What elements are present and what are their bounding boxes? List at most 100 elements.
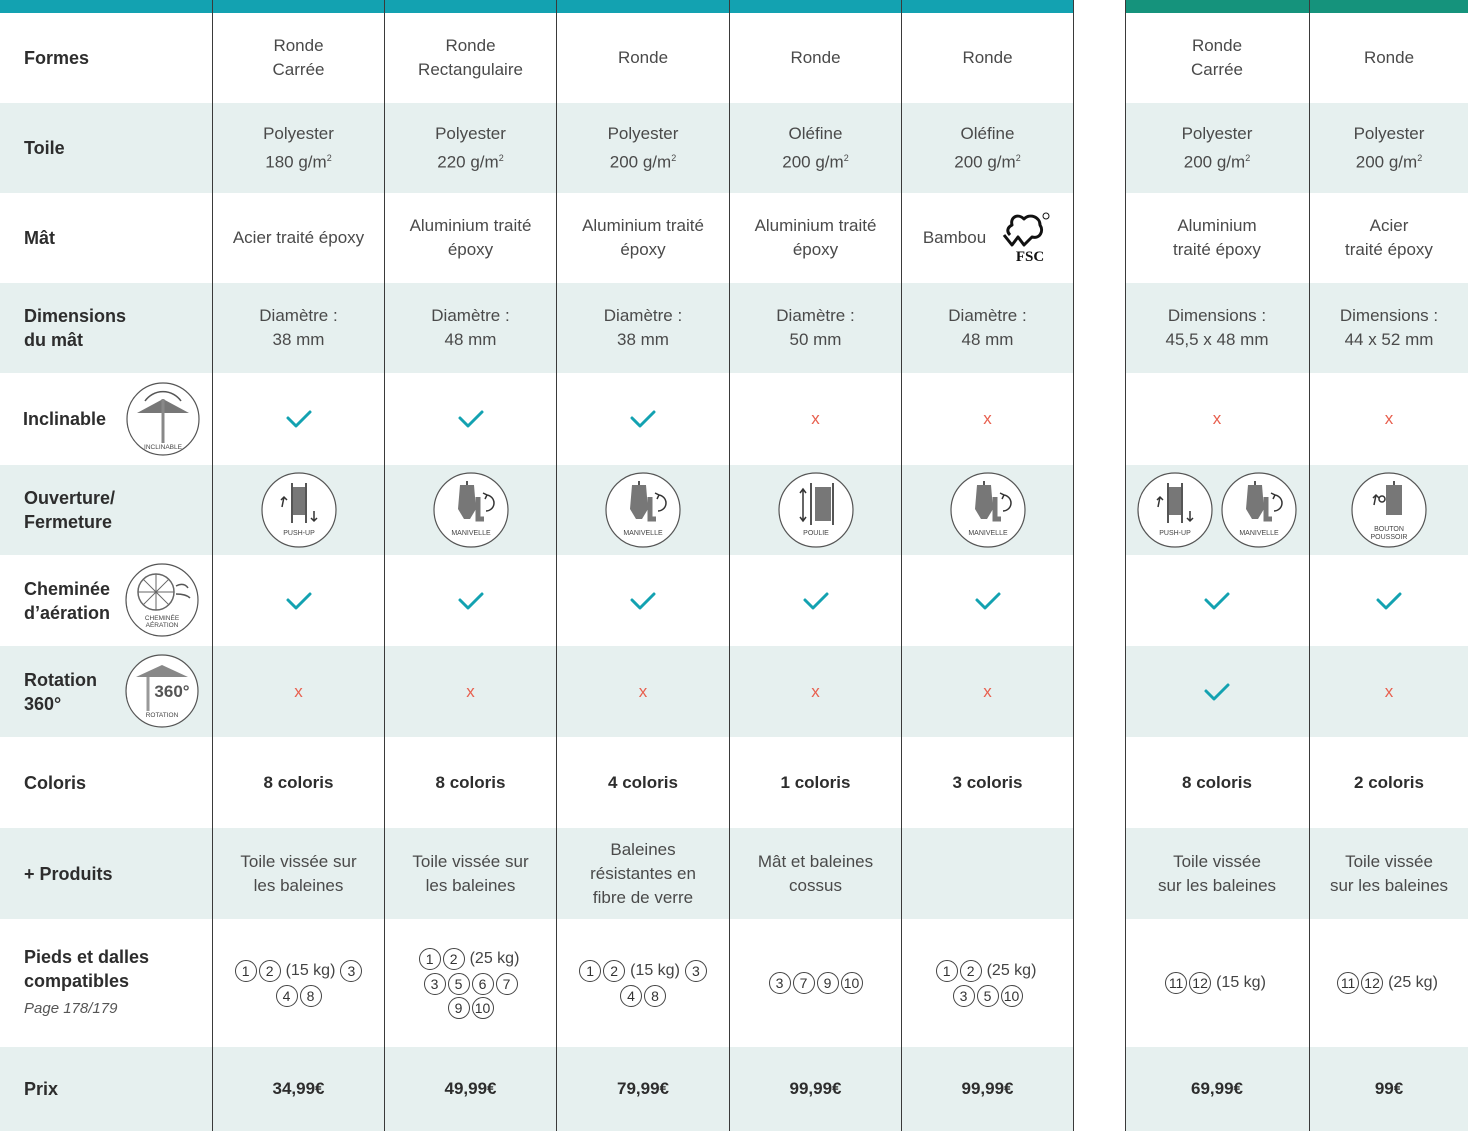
cell-formes-3: Ronde <box>557 13 729 103</box>
cell-ouverture-4: POULIE <box>730 465 901 555</box>
cell-coloris-6: 8 coloris <box>1125 737 1309 828</box>
cell-ouverture-5: MANIVELLE <box>902 465 1073 555</box>
cell-formes-1: Ronde Carrée <box>213 13 384 103</box>
base-number: 1 <box>935 960 958 982</box>
row-mat: Mât Acier traité époxy Aluminium traité ép… <box>0 193 1468 283</box>
toile-value: Polyester 200 g/m <box>1353 123 1425 172</box>
prix-value: 69,99€ <box>1191 1079 1243 1098</box>
compatible-bases: 11 12 (15 kg) <box>1165 971 1269 995</box>
cell-coloris-5: 3 coloris <box>902 737 1073 828</box>
mat-value: Aluminium traité époxy <box>1173 216 1261 259</box>
cell-toile-5: Oléfine 200 g/m2 <box>902 103 1073 193</box>
base-number: 2 <box>959 960 982 982</box>
base-number: 3 <box>952 985 975 1007</box>
cell-mat-6: Aluminium traité époxy <box>1125 193 1309 283</box>
dimensions-value: Dimensions : 44 x 52 mm <box>1339 306 1439 349</box>
base-number: 10 <box>1000 985 1023 1007</box>
row-cheminee: Cheminée d’aération CHEMINÉE AÉRATION <box>0 555 1468 646</box>
base-number: 12 <box>1361 972 1384 994</box>
row-label-coloris: Coloris <box>24 737 204 828</box>
picto-caption: PUSH-UP <box>1159 530 1191 537</box>
mechanism-pictos: PUSH-UP <box>260 471 338 549</box>
base-number: 7 <box>792 972 815 994</box>
cell-produits-3: Baleines résistantes en fibre de verre <box>557 828 729 919</box>
prix-value: 99,99€ <box>961 1079 1014 1098</box>
base-number: 1 <box>234 960 257 982</box>
picto-caption: POULIE <box>803 530 829 537</box>
formes-value: Ronde <box>962 48 1013 67</box>
base-number: 3 <box>423 973 446 995</box>
cell-mat-2: Aluminium traité époxy <box>385 193 556 283</box>
row-label-line: Pieds et dalles <box>24 947 150 967</box>
unit-exponent: 2 <box>1417 152 1423 163</box>
base-number: 3 <box>684 960 707 982</box>
row-label-produits: + Produits <box>24 828 204 919</box>
cell-prix-6: 69,99€ <box>1125 1047 1309 1131</box>
check-icon <box>975 592 1000 609</box>
cross-mark: x <box>1384 409 1394 428</box>
base-number: 3 <box>768 972 791 994</box>
mat-value: Aluminium traité époxy <box>754 216 877 259</box>
unit-exponent: 2 <box>498 152 504 163</box>
cell-produits-1: Toile vissée sur les baleines <box>213 828 384 919</box>
cell-cheminee-5 <box>902 555 1073 646</box>
base-number: 8 <box>644 985 666 1007</box>
cell-toile-4: Oléfine 200 g/m2 <box>730 103 901 193</box>
mechanism-pictos: MANIVELLE <box>949 471 1027 549</box>
cell-inclinable-3 <box>557 373 729 465</box>
cell-inclinable-6: x <box>1125 373 1309 465</box>
header-bar-left <box>0 0 1073 13</box>
cell-prix-5: 99,99€ <box>902 1047 1073 1131</box>
toile-value: Oléfine 200 g/m <box>954 123 1016 172</box>
toile-text: Polyester 180 g/m2 <box>263 122 334 175</box>
base-number: 9 <box>447 997 470 1019</box>
cell-rotation-1: x <box>213 646 384 737</box>
base-number: 1 <box>579 960 602 982</box>
cell-mat-7: Acier traité époxy <box>1310 193 1468 283</box>
base-number: 12 <box>1189 972 1212 994</box>
produits-value: Baleines résistantes en fibre de verre <box>590 839 696 907</box>
cell-coloris-2: 8 coloris <box>385 737 556 828</box>
cell-mat-3: Aluminium traité époxy <box>557 193 729 283</box>
row-label-pieds: Pieds et dalles compatibles Page 178/179 <box>24 919 204 1047</box>
cell-prix-3: 79,99€ <box>557 1047 729 1131</box>
cell-dimensions-3: Diamètre : 38 mm <box>557 283 729 373</box>
toile-text: Polyester 200 g/m2 <box>608 122 679 175</box>
cross-mark: x <box>294 681 303 701</box>
check-icon <box>1376 592 1402 609</box>
toile-text: Polyester 200 g/m2 <box>1354 122 1425 175</box>
base-number: 2 <box>603 960 626 982</box>
produits-value: Toile vissée sur les baleines <box>412 851 529 895</box>
bases-line: 3567 <box>396 973 546 995</box>
bases-line: 1 2 (25 kg) <box>913 959 1063 983</box>
cell-ouverture-3: MANIVELLE <box>557 465 729 555</box>
base-number: 6 <box>471 973 494 995</box>
coloris-value: 1 coloris <box>780 772 851 792</box>
bases-line: 48 <box>568 985 718 1007</box>
formes-value: Ronde <box>617 48 669 67</box>
header-bar-right <box>1125 0 1468 13</box>
weight-label: (25 kg) <box>1388 974 1438 991</box>
picto-caption: MANIVELLE <box>623 530 663 537</box>
cell-produits-7: Toile vissée sur les baleines <box>1310 828 1468 919</box>
base-number: 9 <box>816 972 839 994</box>
svg-text:360°: 360° <box>154 682 189 701</box>
formes-value: Ronde Carrée <box>1191 36 1243 79</box>
prix-value: 99,99€ <box>789 1079 842 1098</box>
mechanism-picto-icon: PUSH-UP <box>1137 472 1213 548</box>
cell-pieds-1: 1 2 (15 kg) 3 4 8 <box>213 919 384 1047</box>
cell-mat-5: Bambou FSC <box>902 193 1073 283</box>
mechanism-picto-icon: MANIVELLE <box>605 472 681 548</box>
cell-ouverture-2: MANIVELLE <box>385 465 556 555</box>
row-dimensions: Dimensions du mât Diamètre : 38 mm Diamètre… <box>0 283 1468 373</box>
column-divider <box>729 0 730 1131</box>
mechanism-picto-icon: BOUTON POUSSOIR <box>1351 472 1427 548</box>
cell-coloris-7: 2 coloris <box>1310 737 1468 828</box>
cell-rotation-7: x <box>1310 646 1468 737</box>
picto-caption: MANIVELLE <box>451 530 491 537</box>
cell-cheminee-1 <box>213 555 384 646</box>
cross-mark: x <box>1384 681 1394 701</box>
cell-cheminee-4 <box>730 555 901 646</box>
row-label-toile: Toile <box>24 103 204 193</box>
column-divider <box>212 0 213 1131</box>
